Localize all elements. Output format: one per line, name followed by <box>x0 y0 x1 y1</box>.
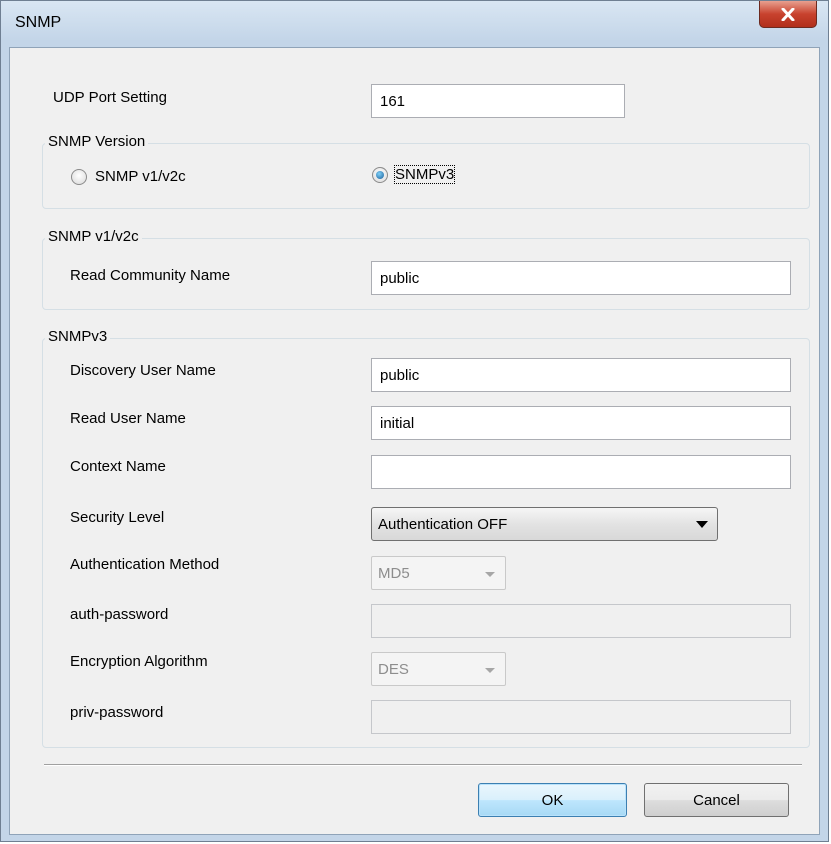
auth-password-input[interactable] <box>371 604 791 638</box>
read-user-name-input[interactable]: initial <box>371 406 791 440</box>
discovery-user-name-label: Discovery User Name <box>70 362 216 379</box>
button-separator <box>44 764 802 766</box>
snmpv3-radio-label[interactable]: SNMPv3 <box>393 165 456 184</box>
snmp-v1v2c-legend: SNMP v1/v2c <box>45 228 142 245</box>
snmpv3-radio[interactable] <box>372 167 388 183</box>
auth-password-label: auth-password <box>70 606 169 623</box>
title-bar[interactable]: SNMP <box>1 1 828 47</box>
context-name-label: Context Name <box>70 458 166 475</box>
ok-button[interactable]: OK <box>478 783 627 817</box>
security-level-label: Security Level <box>70 509 165 526</box>
snmp-v1v2c-radio[interactable] <box>71 169 87 185</box>
priv-password-input[interactable] <box>371 700 791 734</box>
radio-selected-dot <box>376 171 384 179</box>
discovery-user-name-input[interactable]: public <box>371 358 791 392</box>
snmpv3-legend: SNMPv3 <box>45 328 111 345</box>
authentication-method-value: MD5 <box>378 564 410 582</box>
read-community-name-label: Read Community Name <box>70 267 231 284</box>
snmpv3-group: SNMPv3 <box>42 328 810 748</box>
chevron-down-icon <box>485 572 495 577</box>
snmp-dialog: SNMP UDP Port Setting 161 SNMP Version S… <box>0 0 829 842</box>
context-name-input[interactable] <box>371 455 791 489</box>
security-level-value: Authentication OFF <box>378 515 508 533</box>
udp-port-label: UDP Port Setting <box>53 89 167 106</box>
chevron-down-icon <box>485 668 495 673</box>
authentication-method-label: Authentication Method <box>70 556 220 573</box>
chevron-down-icon <box>696 521 708 528</box>
security-level-dropdown[interactable]: Authentication OFF <box>371 507 718 541</box>
snmp-version-legend: SNMP Version <box>45 133 149 150</box>
encryption-algorithm-label: Encryption Algorithm <box>70 653 208 670</box>
cancel-button[interactable]: Cancel <box>644 783 789 817</box>
priv-password-label: priv-password <box>70 704 164 721</box>
encryption-algorithm-value: DES <box>378 660 409 678</box>
close-icon <box>781 7 795 21</box>
encryption-algorithm-dropdown[interactable]: DES <box>371 652 506 686</box>
read-community-name-input[interactable]: public <box>371 261 791 295</box>
window-title: SNMP <box>15 14 62 31</box>
snmp-v1v2c-radio-label[interactable]: SNMP v1/v2c <box>95 168 186 185</box>
close-button[interactable] <box>759 1 817 28</box>
dialog-client-area: UDP Port Setting 161 SNMP Version SNMP v… <box>9 47 820 835</box>
read-user-name-label: Read User Name <box>70 410 186 427</box>
udp-port-input[interactable]: 161 <box>371 84 625 118</box>
authentication-method-dropdown[interactable]: MD5 <box>371 556 506 590</box>
